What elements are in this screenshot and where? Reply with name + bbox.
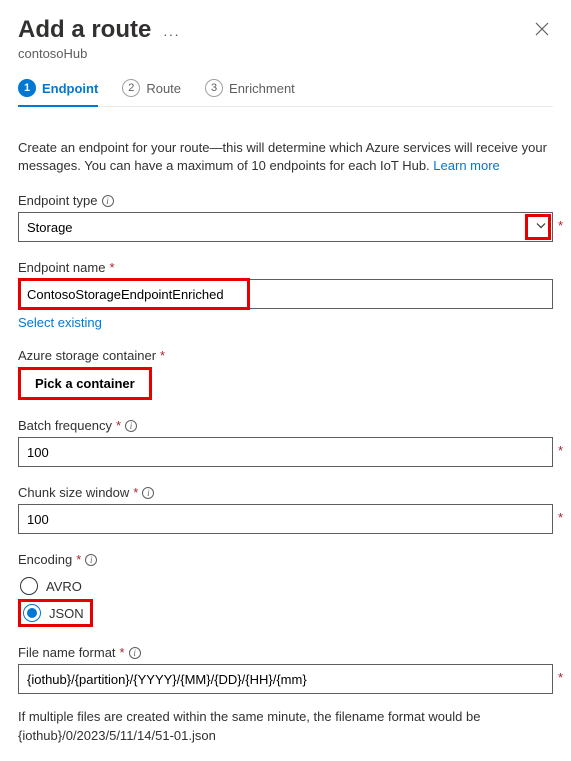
- required-indicator: *: [558, 443, 563, 458]
- tab-route[interactable]: 2 Route: [122, 79, 181, 107]
- batch-frequency-label: Batch frequency: [18, 418, 112, 433]
- learn-more-link[interactable]: Learn more: [433, 158, 499, 173]
- required-indicator: *: [160, 348, 165, 363]
- chunk-size-input[interactable]: [18, 504, 553, 534]
- close-button[interactable]: [531, 16, 553, 45]
- info-icon[interactable]: i: [142, 487, 154, 499]
- endpoint-type-select[interactable]: [18, 212, 553, 242]
- info-icon[interactable]: i: [102, 195, 114, 207]
- filename-format-label: File name format: [18, 645, 116, 660]
- encoding-avro-radio[interactable]: AVRO: [18, 573, 553, 599]
- page-title: Add a route: [18, 16, 151, 44]
- required-indicator: *: [76, 552, 81, 567]
- required-indicator: *: [109, 260, 114, 275]
- tab-label: Route: [146, 81, 181, 96]
- radio-icon: [20, 577, 38, 595]
- select-existing-link[interactable]: Select existing: [18, 315, 102, 330]
- tab-enrichment[interactable]: 3 Enrichment: [205, 79, 295, 107]
- batch-frequency-input[interactable]: [18, 437, 553, 467]
- info-icon[interactable]: i: [85, 554, 97, 566]
- storage-container-label: Azure storage container: [18, 348, 156, 363]
- tab-label: Enrichment: [229, 81, 295, 96]
- required-indicator: *: [558, 670, 563, 685]
- wizard-tabs: 1 Endpoint 2 Route 3 Enrichment: [18, 79, 553, 107]
- filename-format-input[interactable]: [18, 664, 553, 694]
- required-indicator: *: [558, 510, 563, 525]
- description-text: Create an endpoint for your route—this w…: [18, 139, 553, 175]
- endpoint-name-input[interactable]: [18, 279, 553, 309]
- required-indicator: *: [120, 645, 125, 660]
- tab-label: Endpoint: [42, 81, 98, 96]
- chunk-size-label: Chunk size window: [18, 485, 129, 500]
- required-indicator: *: [558, 218, 563, 233]
- encoding-label: Encoding: [18, 552, 72, 567]
- close-icon: [535, 22, 549, 36]
- radio-label: JSON: [49, 606, 84, 621]
- filename-note: If multiple files are created within the…: [18, 708, 553, 744]
- radio-icon: [23, 604, 41, 622]
- endpoint-name-label: Endpoint name: [18, 260, 105, 275]
- required-indicator: *: [133, 485, 138, 500]
- page-subtitle: contosoHub: [18, 46, 180, 61]
- endpoint-type-label: Endpoint type: [18, 193, 98, 208]
- required-indicator: *: [116, 418, 121, 433]
- tab-badge: 3: [205, 79, 223, 97]
- tab-badge: 2: [122, 79, 140, 97]
- tab-endpoint[interactable]: 1 Endpoint: [18, 79, 98, 107]
- radio-label: AVRO: [46, 579, 82, 594]
- info-icon[interactable]: i: [129, 647, 141, 659]
- info-icon[interactable]: i: [125, 420, 137, 432]
- encoding-json-radio[interactable]: JSON: [23, 604, 84, 622]
- more-icon[interactable]: ···: [163, 26, 180, 42]
- pick-container-button[interactable]: Pick a container: [18, 367, 152, 400]
- tab-badge: 1: [18, 79, 36, 97]
